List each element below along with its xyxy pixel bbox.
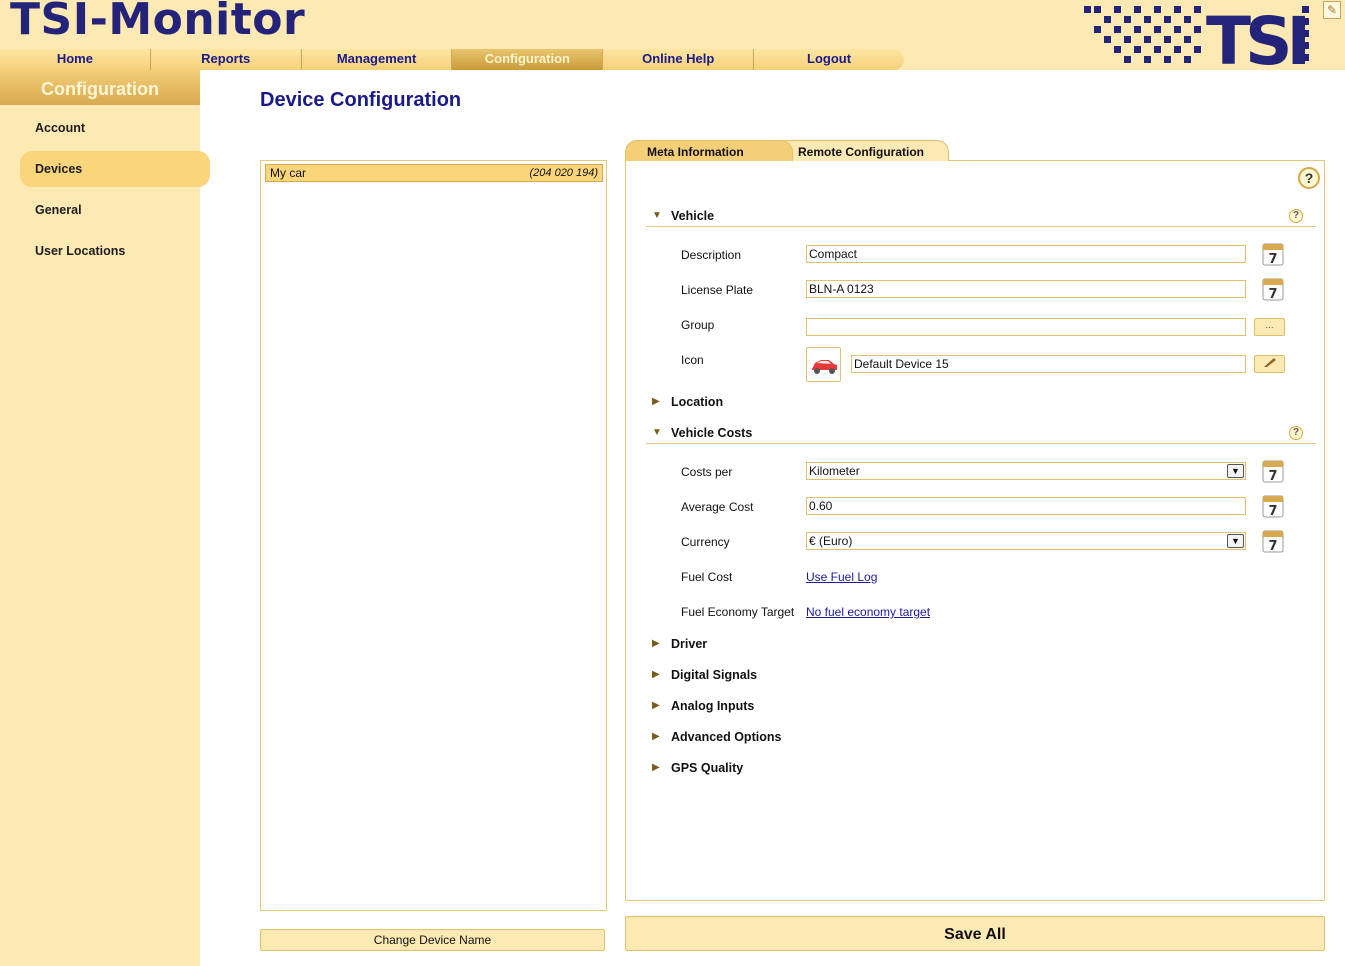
section-analog-inputs[interactable]: ▶ Analog Inputs	[646, 697, 1316, 717]
collapsed-triangle-icon: ▶	[652, 669, 660, 680]
fuel-economy-target-label: Fuel Economy Target	[681, 605, 795, 619]
collapsed-triangle-icon: ▶	[652, 638, 660, 649]
section-digital-signals[interactable]: ▶ Digital Signals	[646, 666, 1316, 686]
average-cost-label: Average Cost	[681, 500, 754, 514]
average-cost-field[interactable]: 0.60	[806, 497, 1246, 515]
section-vehicle-costs-label: Vehicle Costs	[671, 426, 753, 440]
nav-management[interactable]: Management	[302, 49, 453, 70]
collapsed-triangle-icon: ▶	[652, 731, 660, 742]
svg-text:7: 7	[1268, 252, 1277, 266]
calendar-icon[interactable]: 7	[1262, 459, 1284, 483]
section-digital-signals-label: Digital Signals	[671, 668, 758, 682]
device-list: My car (204 020 194)	[260, 160, 607, 911]
help-icon[interactable]: ?	[1298, 167, 1320, 189]
fuel-economy-target-link[interactable]: No fuel economy target	[806, 605, 930, 619]
tsi-logo: TSI	[1084, 3, 1312, 68]
main-nav: Home Reports Management Configuration On…	[0, 49, 904, 70]
config-panel: ? ▼ Vehicle ? Description Compact 7 Lice…	[625, 160, 1325, 901]
chevron-down-icon[interactable]: ▼	[1227, 464, 1244, 478]
collapsed-triangle-icon: ▶	[652, 762, 660, 773]
section-vehicle-costs[interactable]: ▼ Vehicle Costs ?	[646, 424, 1316, 444]
costs-per-label: Costs per	[681, 465, 733, 479]
calendar-icon[interactable]: 7	[1262, 242, 1284, 266]
help-icon[interactable]: ?	[1289, 209, 1303, 223]
sidebar-title: Configuration	[0, 70, 200, 105]
svg-text:7: 7	[1268, 287, 1277, 301]
car-icon	[812, 360, 837, 374]
section-driver-label: Driver	[671, 637, 708, 651]
vehicle-icon-preview	[806, 347, 841, 382]
help-icon[interactable]: ?	[1289, 426, 1303, 440]
section-location[interactable]: ▶ Location	[646, 393, 1316, 413]
calendar-icon[interactable]: 7	[1262, 494, 1284, 518]
collapsed-triangle-icon: ▶	[652, 396, 660, 407]
device-row[interactable]: My car (204 020 194)	[265, 164, 603, 182]
use-fuel-log-link[interactable]: Use Fuel Log	[806, 570, 877, 584]
description-label: Description	[681, 248, 742, 262]
page-title: Device Configuration	[260, 89, 462, 111]
section-gps-quality-label: GPS Quality	[671, 761, 744, 775]
calendar-icon[interactable]: 7	[1262, 529, 1284, 553]
description-field[interactable]: Compact	[806, 245, 1246, 263]
chevron-down-icon[interactable]: ▼	[1227, 534, 1244, 548]
group-browse-button[interactable]: ...	[1254, 318, 1285, 336]
currency-select[interactable]: € (Euro) ▼	[806, 532, 1246, 550]
section-advanced-options[interactable]: ▶ Advanced Options	[646, 728, 1316, 748]
group-label: Group	[681, 318, 715, 332]
nav-home[interactable]: Home	[0, 49, 151, 70]
section-location-label: Location	[671, 395, 724, 409]
fuel-cost-label: Fuel Cost	[681, 570, 733, 584]
sidebar: Configuration Account Devices General Us…	[0, 70, 210, 966]
svg-text:7: 7	[1268, 504, 1277, 518]
section-advanced-options-label: Advanced Options	[671, 730, 782, 744]
collapsed-triangle-icon: ▶	[652, 700, 660, 711]
nav-configuration[interactable]: Configuration	[452, 49, 604, 70]
device-name: My car	[270, 166, 306, 180]
icon-label: Icon	[681, 353, 704, 367]
section-analog-inputs-label: Analog Inputs	[671, 699, 755, 713]
device-id: (204 020 194)	[529, 167, 599, 179]
section-gps-quality[interactable]: ▶ GPS Quality	[646, 759, 1316, 779]
section-vehicle[interactable]: ▼ Vehicle ?	[646, 207, 1316, 227]
license-plate-field[interactable]: BLN-A 0123	[806, 280, 1246, 298]
pin-icon[interactable]: ✎	[1323, 1, 1341, 19]
license-plate-label: License Plate	[681, 283, 754, 297]
edit-icon-button[interactable]	[1254, 355, 1285, 373]
section-driver[interactable]: ▶ Driver	[646, 635, 1316, 655]
nav-logout[interactable]: Logout	[754, 49, 904, 70]
app-title: TSI-Monitor	[10, 0, 306, 45]
currency-value: € (Euro)	[809, 534, 853, 548]
header: TSI-Monitor Home Reports Management Conf…	[0, 0, 1345, 70]
expanded-triangle-icon: ▼	[652, 210, 662, 221]
sidebar-item-general[interactable]: General	[20, 192, 210, 228]
svg-text:7: 7	[1268, 539, 1277, 553]
tab-remote-configuration[interactable]: Remote Configuration	[775, 140, 949, 161]
sidebar-item-devices[interactable]: Devices	[20, 151, 210, 187]
svg-text:7: 7	[1268, 469, 1277, 483]
save-all-button[interactable]: Save All	[625, 916, 1325, 951]
nav-online-help[interactable]: Online Help	[603, 49, 755, 70]
expanded-triangle-icon: ▼	[652, 427, 662, 438]
icon-name-field[interactable]: Default Device 15	[851, 355, 1246, 373]
currency-label: Currency	[681, 535, 730, 549]
group-field[interactable]	[806, 318, 1246, 336]
nav-reports[interactable]: Reports	[151, 49, 302, 70]
svg-text:TSI: TSI	[1206, 3, 1306, 68]
section-vehicle-label: Vehicle	[671, 209, 715, 223]
sidebar-item-account[interactable]: Account	[20, 110, 210, 146]
logo-dot-pattern	[1084, 6, 1201, 63]
costs-per-value: Kilometer	[809, 464, 860, 478]
calendar-icon[interactable]: 7	[1262, 277, 1284, 301]
costs-per-select[interactable]: Kilometer ▼	[806, 462, 1246, 480]
tab-meta-information[interactable]: Meta Information	[625, 140, 793, 161]
sidebar-item-user-locations[interactable]: User Locations	[20, 233, 210, 269]
pencil-icon	[1263, 358, 1276, 367]
change-device-name-button[interactable]: Change Device Name	[260, 929, 605, 951]
